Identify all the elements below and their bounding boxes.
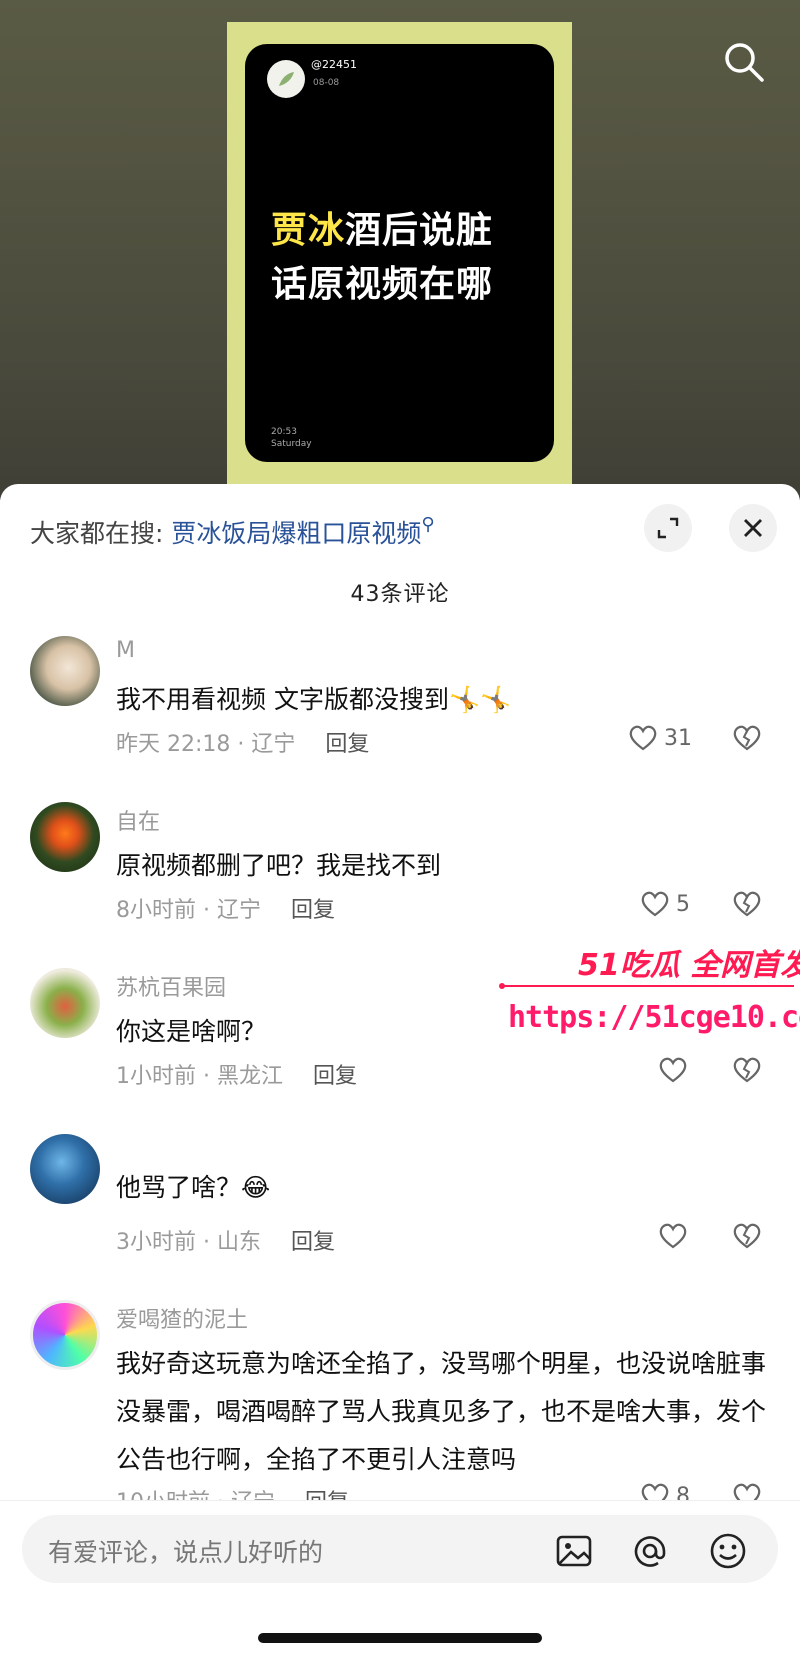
- comment-body: 我不用看视频 文字版都没搜到: [116, 685, 449, 714]
- comment-meta: 昨天 22:18 · 辽宁 回复: [116, 726, 369, 758]
- comment-text: 我好奇这玩意为啥还全掐了，没骂哪个明星，也没说啥脏事没暴雷，喝酒喝醉了骂人我真见…: [116, 1340, 776, 1484]
- card-avatar: [267, 60, 305, 98]
- avatar[interactable]: [30, 802, 100, 872]
- dislike-button[interactable]: [732, 1056, 762, 1088]
- like-count: 8: [676, 1483, 690, 1501]
- card-time: 20:53: [271, 427, 297, 437]
- like-button[interactable]: 31: [628, 724, 692, 752]
- card-timestamp: 20:53 Saturday: [271, 426, 312, 450]
- comment-count: 43条评论: [350, 582, 450, 607]
- broken-heart-icon: [733, 1057, 761, 1083]
- avatar[interactable]: [30, 636, 100, 706]
- avatar[interactable]: [30, 1300, 100, 1370]
- watermark-title: 51吃瓜 全网首发: [578, 948, 800, 983]
- title-line2: 话原视频在哪: [271, 264, 494, 305]
- like-button[interactable]: 8: [640, 1482, 690, 1500]
- heart-icon: [641, 891, 669, 917]
- watermark: 51吃瓜 全网首发 https://51cge10.com: [498, 940, 800, 1050]
- avatar[interactable]: [30, 968, 100, 1038]
- dislike-button[interactable]: [732, 1222, 762, 1254]
- trending-search-link[interactable]: 贾冰饭局爆粗口原视频: [171, 519, 421, 548]
- watermark-divider: [499, 983, 794, 989]
- watermark-url: https://51cge10.com: [508, 1000, 800, 1035]
- small-search-icon: ⚲: [421, 514, 435, 535]
- comment-time-location: 10小时前 · 辽宁: [116, 1490, 275, 1500]
- comment-meta: 8小时前 · 辽宁 回复: [116, 892, 335, 924]
- reply-button[interactable]: 回复: [313, 1064, 357, 1089]
- card-date: 08-08: [313, 78, 340, 88]
- like-count: 31: [664, 725, 692, 751]
- comment-input-placeholder: 有爱评论，说点儿好听的: [48, 1538, 324, 1567]
- comment-body: 他骂了啥？: [116, 1173, 242, 1202]
- comment-body: 原视频都删了吧？我是找不到: [116, 851, 442, 880]
- comment-sheet: 大家都在搜: 贾冰饭局爆粗口原视频⚲ 43条评论 M 我不用看视频 文字版都没搜…: [0, 484, 800, 1660]
- broken-heart-icon: [733, 1223, 761, 1249]
- comment-text: 我不用看视频 文字版都没搜到🤸🤸: [116, 676, 776, 724]
- like-count: 5: [676, 891, 690, 917]
- comment-author[interactable]: 爱喝猹的泥土: [116, 1302, 248, 1334]
- close-icon: [744, 519, 762, 537]
- comment-author[interactable]: 自在: [116, 804, 160, 836]
- heart-icon: [629, 725, 657, 751]
- expand-icon: [657, 517, 679, 539]
- reply-button[interactable]: 回复: [291, 1230, 335, 1255]
- like-button[interactable]: [658, 1222, 688, 1250]
- reply-button[interactable]: 回复: [305, 1490, 349, 1500]
- heart-icon: [659, 1223, 687, 1249]
- trending-search[interactable]: 大家都在搜: 贾冰饭局爆粗口原视频⚲: [30, 514, 435, 550]
- comment-meta: 10小时前 · 辽宁 回复: [116, 1484, 349, 1500]
- comment-time-location: 3小时前 · 山东: [116, 1230, 261, 1255]
- avatar[interactable]: [30, 1134, 100, 1204]
- comment-input[interactable]: 有爱评论，说点儿好听的: [22, 1515, 778, 1583]
- trending-prefix: 大家都在搜:: [30, 519, 164, 548]
- comment-author[interactable]: M: [116, 638, 135, 663]
- video-background[interactable]: @22451 08-08 贾冰酒后说脏 话原视频在哪 20:53 Saturda…: [0, 0, 800, 500]
- emoji-icon[interactable]: [708, 1531, 748, 1571]
- reply-button[interactable]: 回复: [291, 898, 335, 923]
- leaf-icon: [279, 72, 294, 86]
- like-button[interactable]: [658, 1056, 688, 1084]
- dislike-button[interactable]: [732, 1482, 762, 1500]
- comment-body: 你这是啥啊？: [116, 1017, 267, 1046]
- heart-icon: [641, 1483, 669, 1500]
- broken-heart-icon: [733, 725, 761, 751]
- like-button[interactable]: 5: [640, 890, 690, 918]
- comment-time-location: 昨天 22:18 · 辽宁: [116, 732, 296, 757]
- reply-button[interactable]: 回复: [325, 732, 369, 757]
- card-username: @22451: [311, 58, 357, 71]
- at-mention-icon[interactable]: [630, 1531, 670, 1571]
- broken-heart-icon: [733, 891, 761, 917]
- comment-text: 原视频都删了吧？我是找不到: [116, 842, 776, 890]
- title-line1-rest: 酒后说脏: [345, 210, 494, 251]
- comment-time-location: 8小时前 · 辽宁: [116, 898, 261, 923]
- comment-meta: 3小时前 · 山东 回复: [116, 1224, 335, 1256]
- card-title: 贾冰酒后说脏 话原视频在哪: [271, 204, 541, 312]
- search-icon[interactable]: [722, 40, 766, 84]
- comment-author[interactable]: 苏杭百果园: [116, 970, 226, 1002]
- comment-time-location: 1小时前 · 黑龙江: [116, 1064, 283, 1089]
- card-day: Saturday: [271, 439, 312, 449]
- comment-item: 爱喝猹的泥土 我好奇这玩意为啥还全掐了，没骂哪个明星，也没说啥脏事没暴雷，喝酒喝…: [0, 1300, 800, 1500]
- expand-button[interactable]: [644, 504, 692, 552]
- comment-input-bar: 有爱评论，说点儿好听的: [0, 1500, 800, 1661]
- title-highlight: 贾冰: [271, 210, 346, 251]
- video-card: @22451 08-08 贾冰酒后说脏 话原视频在哪 20:53 Saturda…: [245, 44, 554, 462]
- image-icon[interactable]: [554, 1531, 594, 1571]
- dislike-button[interactable]: [732, 724, 762, 756]
- comment-body: 我好奇这玩意为啥还全掐了，没骂哪个明星，也没说啥脏事没暴雷，喝酒喝醉了骂人我真见…: [116, 1349, 767, 1474]
- broken-heart-icon: [733, 1483, 761, 1500]
- comment-meta: 1小时前 · 黑龙江 回复: [116, 1058, 357, 1090]
- dislike-button[interactable]: [732, 890, 762, 922]
- home-indicator[interactable]: [258, 1633, 542, 1643]
- close-button[interactable]: [729, 504, 777, 552]
- comment-text: 他骂了啥？😂: [116, 1164, 776, 1212]
- comment-emoji: 😂: [241, 1173, 271, 1202]
- comment-emoji: 🤸🤸: [448, 685, 512, 714]
- heart-icon: [659, 1057, 687, 1083]
